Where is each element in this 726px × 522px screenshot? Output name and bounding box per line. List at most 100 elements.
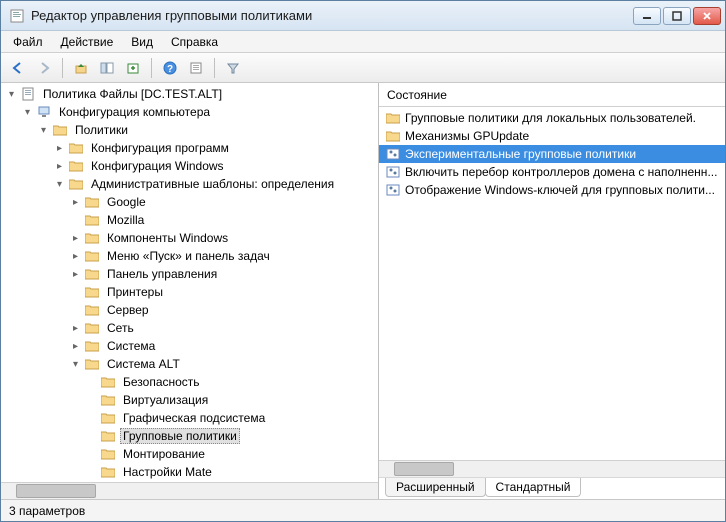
expand-icon[interactable]: ▸ [53, 160, 66, 173]
tree-node-label: Монтирование [120, 447, 208, 461]
tree-node-label: Графическая подсистема [120, 411, 268, 425]
tree-node-graphics-subsys[interactable]: Графическая подсистема [1, 409, 378, 427]
tree-node-config-windows[interactable]: ▸ Конфигурация Windows [1, 157, 378, 175]
maximize-button[interactable] [663, 7, 691, 25]
menubar: Файл Действие Вид Справка [1, 31, 725, 53]
setting-icon [385, 182, 401, 198]
setting-icon [385, 146, 401, 162]
app-icon [9, 8, 25, 24]
menu-view[interactable]: Вид [123, 33, 161, 51]
tree-node-mozilla[interactable]: Mozilla [1, 211, 378, 229]
show-hide-tree-button[interactable] [96, 57, 118, 79]
expand-icon[interactable]: ▸ [69, 232, 82, 245]
forward-button[interactable] [33, 57, 55, 79]
details-pane: Состояние Групповые политики для локальн… [379, 83, 725, 499]
collapse-icon[interactable]: ▾ [53, 178, 66, 191]
close-button[interactable] [693, 7, 721, 25]
computer-icon [36, 104, 52, 120]
tree-node-virtualization[interactable]: Виртуализация [1, 391, 378, 409]
expand-icon[interactable]: ▸ [53, 142, 66, 155]
setting-icon [385, 164, 401, 180]
tree-node-label: Конфигурация компьютера [56, 105, 213, 119]
collapse-icon[interactable]: ▾ [5, 88, 18, 101]
tree-node-control-panel[interactable]: ▸Панель управления [1, 265, 378, 283]
folder-icon [84, 302, 100, 318]
tree-node-config-programs[interactable]: ▸Конфигурация программ [1, 139, 378, 157]
list-item[interactable]: Отображение Windows-ключей для групповых… [379, 181, 725, 199]
menu-file[interactable]: Файл [5, 33, 51, 51]
tree-node-system-alt[interactable]: ▾Система ALT [1, 355, 378, 373]
details-list[interactable]: Групповые политики для локальных пользов… [379, 107, 725, 460]
tree-node-network[interactable]: ▸ Сеть [1, 319, 378, 337]
list-item[interactable]: Механизмы GPUpdate [379, 127, 725, 145]
tree-node-google[interactable]: ▸Google [1, 193, 378, 211]
details-header: Состояние [379, 83, 725, 107]
tree-node-label: Меню «Пуск» и панель задач [104, 249, 273, 263]
back-button[interactable] [7, 57, 29, 79]
tree-node-label: Политика Файлы [DC.TEST.ALT] [40, 87, 225, 101]
content-area: ▾ Политика Файлы [DC.TEST.ALT] ▾ Конфигурац… [1, 83, 725, 499]
expand-icon[interactable]: ▸ [69, 268, 82, 281]
tree-node-label: Административные шаблоны: определения [88, 177, 337, 191]
folder-icon [100, 428, 116, 444]
tree-node-label: Сервер [104, 303, 152, 317]
tab-standard[interactable]: Стандартный [485, 478, 582, 497]
minimize-button[interactable] [633, 7, 661, 25]
list-item[interactable]: Экспериментальные групповые политики [379, 145, 725, 163]
tree-node-mate-settings[interactable]: Настройки Mate [1, 463, 378, 481]
list-item[interactable]: Групповые политики для локальных пользов… [379, 109, 725, 127]
help-button[interactable]: ? [159, 57, 181, 79]
collapse-icon[interactable]: ▾ [69, 358, 82, 371]
folder-icon [84, 266, 100, 282]
window-controls [633, 7, 721, 25]
menu-action[interactable]: Действие [53, 33, 122, 51]
folder-icon [68, 140, 84, 156]
tree-node-computer-config[interactable]: ▾ Конфигурация компьютера [1, 103, 378, 121]
details-horizontal-scrollbar[interactable] [379, 460, 725, 477]
tree-node-label: Сеть [104, 321, 137, 335]
tree-node-label: Конфигурация Windows [88, 159, 227, 173]
up-folder-button[interactable] [70, 57, 92, 79]
tree-node-security[interactable]: Безопасность [1, 373, 378, 391]
tree-node-system[interactable]: ▸Система [1, 337, 378, 355]
tree-node-label: Безопасность [120, 375, 203, 389]
folder-icon [84, 356, 100, 372]
collapse-icon[interactable]: ▾ [21, 106, 34, 119]
doc-icon [20, 86, 36, 102]
folder-icon [385, 128, 401, 144]
export-button[interactable] [122, 57, 144, 79]
folder-icon [84, 248, 100, 264]
tree-node-policies[interactable]: ▾Политики [1, 121, 378, 139]
tree-node-server[interactable]: Сервер [1, 301, 378, 319]
menu-help[interactable]: Справка [163, 33, 226, 51]
list-item-label: Экспериментальные групповые политики [405, 147, 636, 161]
scrollbar-thumb[interactable] [394, 462, 454, 476]
tree-node-admin-templates[interactable]: ▾ Административные шаблоны: определения [1, 175, 378, 193]
expand-icon[interactable]: ▸ [69, 322, 82, 335]
tree-node-group-policies[interactable]: Групповые политики [1, 427, 378, 445]
folder-icon [84, 338, 100, 354]
tree-node-components-windows[interactable]: ▸Компоненты Windows [1, 229, 378, 247]
properties-button[interactable] [185, 57, 207, 79]
expand-icon[interactable]: ▸ [69, 196, 82, 209]
tree-node-root[interactable]: ▾ Политика Файлы [DC.TEST.ALT] [1, 85, 378, 103]
tree-node-label: Виртуализация [120, 393, 211, 407]
list-item-label: Включить перебор контроллеров домена с н… [405, 165, 717, 179]
folder-icon [100, 464, 116, 480]
tree-node-printers[interactable]: Принтеры [1, 283, 378, 301]
policy-tree[interactable]: ▾ Политика Файлы [DC.TEST.ALT] ▾ Конфигурац… [1, 83, 378, 482]
status-text: 3 параметров [9, 504, 85, 518]
folder-icon [84, 194, 100, 210]
collapse-icon[interactable]: ▾ [37, 124, 50, 137]
expand-icon[interactable]: ▸ [69, 340, 82, 353]
list-item[interactable]: Включить перебор контроллеров домена с н… [379, 163, 725, 181]
scrollbar-thumb[interactable] [16, 484, 96, 498]
tree-horizontal-scrollbar[interactable] [1, 482, 378, 499]
filter-button[interactable] [222, 57, 244, 79]
tree-node-start-menu[interactable]: ▸ Меню «Пуск» и панель задач [1, 247, 378, 265]
tab-extended[interactable]: Расширенный [385, 478, 486, 497]
tree-node-mounting[interactable]: Монтирование [1, 445, 378, 463]
expand-icon[interactable]: ▸ [69, 250, 82, 263]
folder-icon [84, 320, 100, 336]
svg-text:?: ? [167, 64, 173, 75]
